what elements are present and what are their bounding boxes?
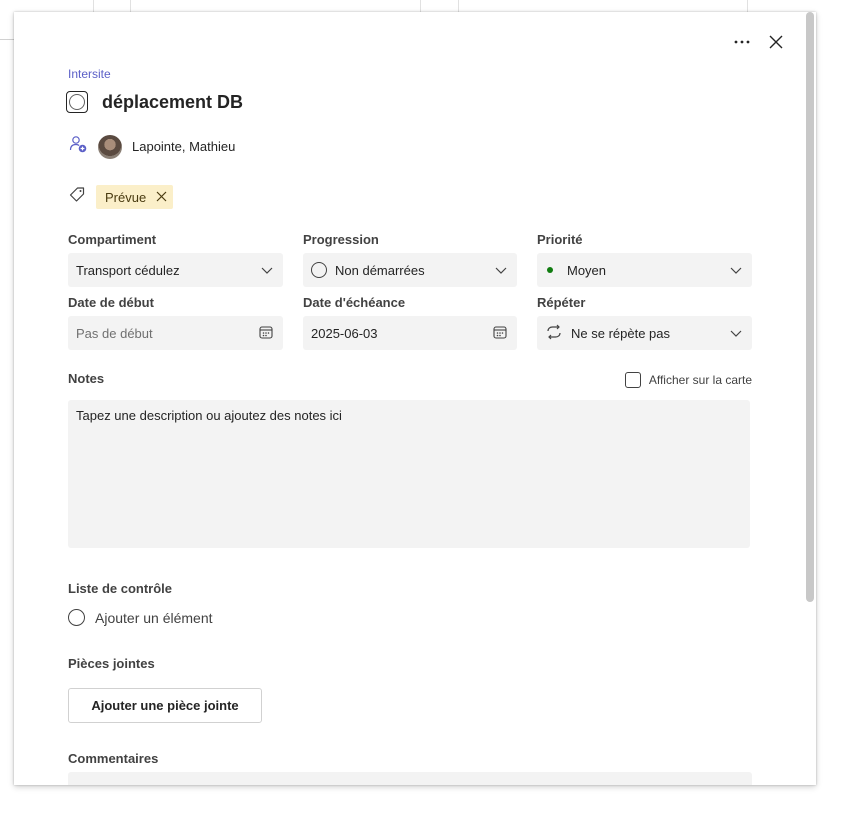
add-item-text: Ajouter un élément [95,609,213,626]
plan-link[interactable]: Intersite [68,67,111,81]
bucket-label: Compartiment [68,232,157,247]
calendar-icon[interactable] [259,325,273,342]
start-date-input[interactable]: Pas de début [68,316,283,350]
chevron-down-icon [730,326,742,341]
task-title-row: déplacement DB [66,91,243,113]
progress-label: Progression [303,232,379,247]
comments-label: Commentaires [68,751,159,766]
repeat-select[interactable]: Ne se répète pas [537,316,752,350]
repeat-value: Ne se répète pas [571,325,671,341]
label-chip-text: Prévue [105,189,147,205]
avatar[interactable] [98,134,122,159]
assignees-row: Lapointe, Mathieu [68,134,235,159]
add-attachment-button[interactable]: Ajouter une pièce jointe [68,688,262,723]
due-date-label: Date d'échéance [303,295,406,310]
notes-textarea[interactable]: Tapez une description ou ajoutez des not… [68,400,750,548]
task-details-dialog: Intersite déplacement DB Lapointe, Mathi… [14,12,816,785]
progress-select[interactable]: Non démarrées [303,253,517,287]
chevron-down-icon [495,263,507,278]
assign-person-icon[interactable] [68,134,88,159]
priority-value: Moyen [567,262,607,278]
start-date-label: Date de début [68,295,154,310]
labels-row: Prévue [68,185,174,209]
notes-label: Notes [68,371,105,386]
repeat-icon [545,324,563,343]
show-on-card-label: Afficher sur la carte [648,373,752,387]
close-icon[interactable] [766,32,786,52]
show-on-card-checkbox[interactable] [624,372,641,388]
task-title[interactable]: déplacement DB [102,92,243,113]
priority-select[interactable]: Moyen [537,253,752,287]
chevron-down-icon [730,263,742,278]
repeat-label: Répéter [537,295,586,310]
attachments-label: Pièces jointes [68,656,155,671]
scrollbar-thumb[interactable] [806,12,814,602]
assignee-name[interactable]: Lapointe, Mathieu [132,139,235,154]
due-date-input[interactable]: 2025-06-03 [303,316,517,350]
complete-task-checkbox[interactable] [66,91,88,113]
more-icon[interactable] [732,32,752,52]
scrollbar[interactable] [804,12,816,785]
checklist-label: Liste de contrôle [68,581,173,596]
tag-icon[interactable] [68,186,86,209]
notes-placeholder: Tapez une description ou ajoutez des not… [76,408,342,423]
priority-label: Priorité [537,232,583,247]
not-started-icon [311,262,327,278]
calendar-icon[interactable] [493,325,507,342]
start-date-placeholder: Pas de début [76,325,153,341]
dialog-actions [732,32,786,52]
show-on-card-row[interactable]: Afficher sur la carte [624,372,752,388]
remove-label-icon[interactable] [156,190,167,205]
label-chip[interactable]: Prévue [96,185,174,209]
chevron-down-icon [261,263,273,278]
progress-value: Non démarrées [335,262,425,278]
medium-priority-icon [547,267,553,273]
comment-input[interactable] [68,772,752,785]
checklist-circle-icon [68,609,85,626]
add-checklist-item[interactable]: Ajouter un élément [68,609,213,626]
bucket-select[interactable]: Transport cédulez [68,253,283,287]
due-date-value: 2025-06-03 [311,325,378,341]
bucket-value: Transport cédulez [76,262,180,278]
